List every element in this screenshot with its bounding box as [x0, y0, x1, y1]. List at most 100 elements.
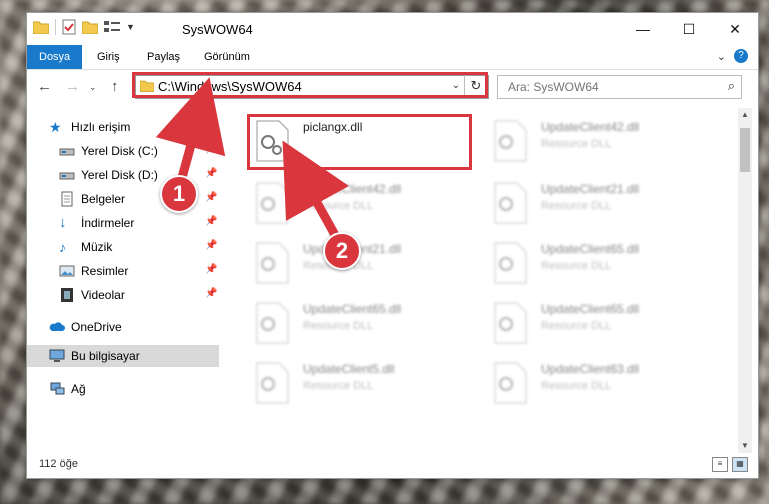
pin-icon[interactable]: 📌 — [205, 288, 217, 299]
sidebar-item-network[interactable]: Ağ — [27, 378, 219, 400]
up-arrow-icon[interactable]: ↑ — [111, 78, 119, 95]
network-icon — [50, 382, 65, 395]
documents-icon — [61, 191, 73, 207]
ribbon-tabs: Dosya Giriş Paylaş Görünüm ⌄ ? — [27, 45, 758, 70]
sidebar-item-onedrive[interactable]: OneDrive — [27, 316, 219, 338]
file-item[interactable]: UpdateClient65.dll Resource DLL — [485, 236, 710, 292]
view-switcher: ≡ ▦ — [712, 457, 748, 472]
scroll-thumb[interactable] — [740, 128, 750, 172]
cloud-icon — [49, 322, 65, 331]
title-bar: ▼ SysWOW64 — ☐ ✕ — [27, 13, 758, 45]
file-name: UpdateClient65.dll — [541, 302, 640, 316]
file-description: Resource DLL — [541, 138, 612, 150]
drive-icon — [59, 148, 75, 156]
address-highlight-box — [132, 72, 488, 98]
search-icon[interactable]: ⌕ — [728, 78, 735, 94]
search-box[interactable]: ⌕ — [497, 75, 742, 99]
sidebar-item-pictures[interactable]: Resimler 📌 — [27, 260, 219, 282]
view-options-icon[interactable] — [104, 20, 120, 34]
tab-home[interactable]: Giriş — [97, 45, 120, 69]
file-name: UpdateClient42.dll — [303, 182, 402, 196]
customize-toolbar-dropdown[interactable]: ▼ — [126, 22, 135, 32]
star-icon: ★ — [49, 119, 62, 135]
file-item[interactable]: UpdateClient65.dll Resource DLL — [485, 296, 710, 352]
sidebar-item-label: Yerel Disk (D:) — [81, 168, 158, 182]
vertical-scrollbar[interactable]: ▲ ▼ — [738, 108, 752, 453]
file-name: UpdateClient63.dll — [541, 362, 640, 376]
sidebar-item-label: Belgeler — [81, 192, 126, 206]
file-name: UpdateClient65.dll — [541, 242, 640, 256]
window-title: SysWOW64 — [182, 22, 253, 37]
help-icon[interactable]: ? — [734, 49, 748, 63]
step-badge-2: 2 — [323, 232, 361, 270]
pin-icon[interactable]: 📌 — [205, 240, 217, 251]
dll-file-icon — [494, 362, 527, 404]
file-item[interactable]: UpdateClient65.dll Resource DLL — [247, 296, 472, 352]
scroll-down-icon[interactable]: ▼ — [738, 439, 752, 453]
dll-file-icon — [494, 120, 527, 162]
sidebar-item-music[interactable]: ♪ Müzik 📌 — [27, 236, 219, 258]
expand-ribbon-icon[interactable]: ⌄ — [717, 50, 726, 63]
sidebar-item-videos[interactable]: Videolar 📌 — [27, 284, 219, 306]
close-button[interactable]: ✕ — [712, 13, 758, 45]
step-badge-1: 1 — [160, 175, 198, 213]
search-input[interactable] — [506, 79, 710, 95]
maximize-button[interactable]: ☐ — [666, 13, 712, 45]
sidebar-item-downloads[interactable]: ↓ İndirmeler 📌 — [27, 212, 219, 234]
item-count: 112 öğe — [39, 458, 78, 470]
pin-icon[interactable]: 📌 — [205, 144, 217, 155]
scroll-up-icon[interactable]: ▲ — [738, 108, 752, 122]
pin-icon[interactable]: 📌 — [205, 192, 217, 203]
folder-icon — [33, 21, 49, 34]
pin-icon[interactable]: 📌 — [205, 216, 217, 227]
file-item[interactable]: UpdateClient63.dll Resource DLL — [485, 356, 710, 412]
minimize-button[interactable]: — — [620, 13, 666, 45]
dll-file-icon — [494, 242, 527, 284]
file-item[interactable]: UpdateClient5.dll Resource DLL — [247, 356, 472, 412]
sidebar-item-label: Müzik — [81, 240, 113, 254]
file-item[interactable]: UpdateClient42.dll Resource DLL — [247, 176, 472, 232]
properties-icon[interactable] — [62, 19, 76, 35]
dll-file-icon — [256, 362, 289, 404]
sidebar-item-label: Bu bilgisayar — [71, 349, 140, 363]
forward-arrow-icon[interactable]: → — [65, 78, 80, 95]
downloads-icon: ↓ — [59, 214, 67, 231]
navigation-bar: ← → ⌄ ↑ C:\Windows\SysWOW64 ⌄ ↻ ⌕ — [27, 70, 758, 104]
large-icons-view-icon[interactable]: ▦ — [732, 457, 748, 472]
sidebar-item-label: Hızlı erişim — [71, 120, 131, 134]
pin-icon[interactable]: 📌 — [205, 264, 217, 275]
file-item[interactable]: UpdateClient42.dll Resource DLL — [485, 114, 710, 170]
file-description: Resource DLL — [303, 380, 374, 392]
file-name: UpdateClient21.dll — [541, 182, 640, 196]
file-explorer-window: ▼ SysWOW64 — ☐ ✕ Dosya Giriş Paylaş Görü… — [26, 12, 759, 479]
tab-share[interactable]: Paylaş — [147, 45, 180, 69]
file-name: UpdateClient42.dll — [541, 120, 640, 134]
file-description: Resource DLL — [303, 200, 374, 212]
music-icon: ♪ — [59, 239, 66, 255]
dll-file-icon — [494, 182, 527, 224]
recent-locations-dropdown[interactable]: ⌄ — [89, 82, 97, 93]
videos-icon — [61, 288, 73, 302]
tab-file[interactable]: Dosya — [27, 45, 83, 69]
drive-icon — [59, 172, 75, 180]
pin-icon[interactable]: 📌 — [205, 168, 217, 179]
back-arrow-icon[interactable]: ← — [37, 78, 52, 95]
new-folder-icon[interactable] — [82, 20, 98, 34]
toolbar-divider — [55, 19, 56, 35]
sidebar-item-label: İndirmeler — [81, 216, 135, 230]
sidebar-item-label: Resimler — [81, 264, 129, 278]
sidebar-item-quick-access[interactable]: ★ Hızlı erişim — [27, 116, 219, 138]
file-description: Resource DLL — [541, 200, 612, 212]
file-highlight-box — [247, 114, 472, 170]
sidebar-item-label: Videolar — [81, 288, 125, 302]
pictures-icon — [59, 265, 75, 277]
tab-view[interactable]: Görünüm — [204, 45, 250, 69]
dll-file-icon — [256, 302, 289, 344]
sidebar-item-disk-c[interactable]: Yerel Disk (C:) 📌 — [27, 140, 219, 162]
dll-file-icon — [256, 242, 289, 284]
details-view-icon[interactable]: ≡ — [712, 457, 728, 472]
sidebar-item-this-pc[interactable]: Bu bilgisayar — [27, 345, 219, 367]
dll-file-icon — [494, 302, 527, 344]
file-item[interactable]: UpdateClient21.dll Resource DLL — [485, 176, 710, 232]
sidebar-item-label: Yerel Disk (C:) — [81, 144, 158, 158]
